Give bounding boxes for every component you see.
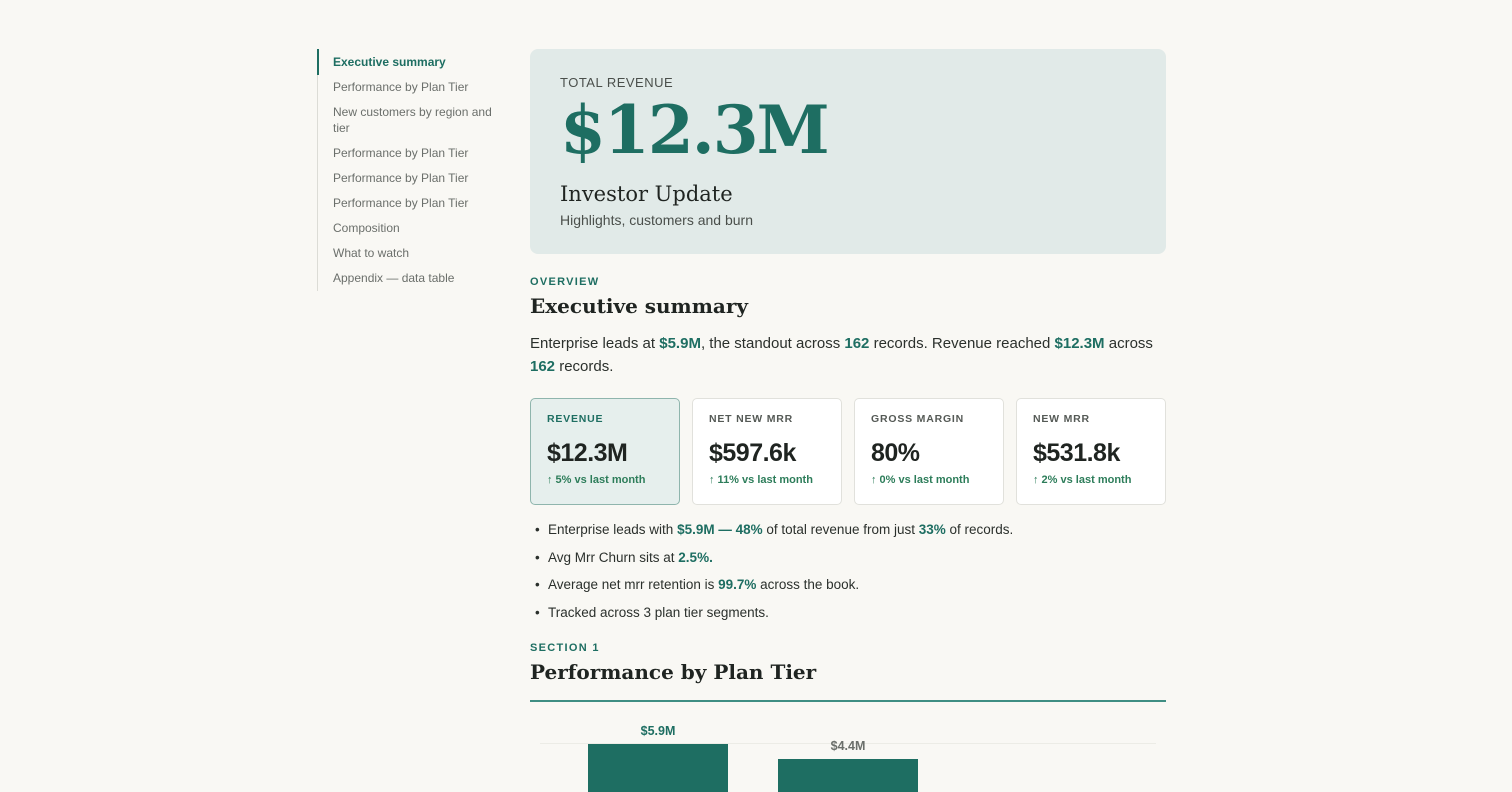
toc-item-appendix[interactable]: Appendix — data table bbox=[317, 266, 497, 291]
bullet-text: . bbox=[709, 549, 713, 565]
lead-text: records. Revenue reached bbox=[869, 335, 1055, 352]
bullet-value: 2.5% bbox=[678, 549, 710, 565]
list-item: Avg Mrr Churn sits at 2.5%. bbox=[530, 549, 1166, 567]
kpi-card-net-new-mrr[interactable]: NET NEW MRR $597.6k ↑ 11% vs last month bbox=[692, 398, 842, 505]
kpi-card-new-mrr[interactable]: NEW MRR $531.8k ↑ 2% vs last month bbox=[1016, 398, 1166, 505]
kpi-label: NET NEW MRR bbox=[709, 413, 794, 425]
kpi-value: $12.3M bbox=[547, 439, 628, 467]
bullet-text: across the book. bbox=[756, 577, 860, 592]
lead-value: 162 bbox=[530, 358, 556, 375]
bullet-value: 48% bbox=[735, 522, 763, 537]
highlights-list: Enterprise leads with $5.9M — 48% of tot… bbox=[530, 521, 1166, 622]
toc-item-performance-by-plan-tier-3[interactable]: Performance by Plan Tier bbox=[317, 166, 497, 191]
lead-text: Enterprise leads at bbox=[530, 335, 660, 352]
section-eyebrow: SECTION 1 bbox=[530, 641, 600, 654]
kpi-delta: ↑ 11% vs last month bbox=[709, 474, 813, 486]
kpi-delta: ↑ 2% vs last month bbox=[1033, 474, 1132, 486]
kpi-card-revenue[interactable]: REVENUE $12.3M ↑ 5% vs last month bbox=[530, 398, 680, 505]
chart-data-label: $4.4M bbox=[830, 738, 866, 753]
main-content: TOTAL REVENUE $12.3M Investor Update Hig… bbox=[530, 49, 1166, 792]
bullet-text: of total revenue from just bbox=[762, 522, 919, 537]
bullet-text: Tracked across 3 plan tier segments. bbox=[548, 604, 769, 620]
bullet-text: Average net mrr retention is bbox=[548, 577, 719, 592]
toc-item-performance-by-plan-tier-2[interactable]: Performance by Plan Tier bbox=[317, 141, 497, 166]
toc-item-performance-by-plan-tier-4[interactable]: Performance by Plan Tier bbox=[317, 191, 497, 216]
overview-heading: Executive summary bbox=[530, 294, 748, 318]
lead-value: $5.9M bbox=[659, 335, 701, 352]
toc-item-executive-summary[interactable]: Executive summary bbox=[317, 49, 497, 75]
section-heading: Performance by Plan Tier bbox=[530, 659, 817, 684]
kpi-label: GROSS MARGIN bbox=[871, 413, 965, 425]
hero-subtitle: Highlights, customers and burn bbox=[560, 212, 753, 228]
kpi-card-gross-margin[interactable]: GROSS MARGIN 80% ↑ 0% vs last month bbox=[854, 398, 1004, 505]
lead-text: across bbox=[1104, 335, 1153, 352]
lead-value: 162 bbox=[844, 335, 870, 352]
kpi-label: NEW MRR bbox=[1033, 413, 1090, 425]
bullet-text: — bbox=[714, 522, 736, 537]
bullet-text: Enterprise leads with bbox=[548, 522, 678, 537]
list-item: Tracked across 3 plan tier segments. bbox=[530, 604, 1166, 622]
bullet-text: Avg Mrr Churn sits at bbox=[548, 549, 679, 565]
chart-data-label: $5.9M bbox=[640, 723, 676, 738]
bullet-text: of records. bbox=[945, 522, 1014, 537]
lead-text: , the standout across bbox=[700, 335, 845, 352]
hero-card: TOTAL REVENUE $12.3M Investor Update Hig… bbox=[530, 49, 1166, 254]
toc-item-what-to-watch[interactable]: What to watch bbox=[317, 241, 497, 266]
kpi-value: $597.6k bbox=[709, 439, 796, 467]
overview-eyebrow: OVERVIEW bbox=[530, 276, 600, 288]
kpi-value: $531.8k bbox=[1033, 439, 1120, 467]
table-of-contents: Executive summary Performance by Plan Ti… bbox=[317, 49, 497, 291]
hero-label: TOTAL REVENUE bbox=[560, 75, 674, 90]
kpi-value: 80% bbox=[871, 439, 920, 467]
bullet-value: 99.7% bbox=[718, 577, 757, 592]
kpi-delta: ↑ 5% vs last month bbox=[547, 474, 646, 486]
section-performance-by-plan-tier: SECTION 1 Performance by Plan Tier $5.9M… bbox=[530, 642, 1166, 792]
overview-lead: Enterprise leads at $5.9M, the standout … bbox=[530, 332, 1166, 378]
kpi-label: REVENUE bbox=[547, 413, 604, 425]
bullet-value: 33% bbox=[918, 522, 946, 537]
toc-item-performance-by-plan-tier[interactable]: Performance by Plan Tier bbox=[317, 75, 497, 100]
kpi-delta: ↑ 0% vs last month bbox=[871, 474, 970, 486]
hero-value: $12.3M bbox=[560, 91, 830, 169]
list-item: Average net mrr retention is 99.7% acros… bbox=[530, 576, 1166, 594]
kpi-row: REVENUE $12.3M ↑ 5% vs last month NET NE… bbox=[530, 398, 1166, 505]
lead-text: records. bbox=[555, 358, 614, 375]
toc-item-composition[interactable]: Composition bbox=[317, 216, 497, 241]
hero-title: Investor Update bbox=[560, 182, 733, 206]
chart-bar[interactable] bbox=[778, 758, 918, 792]
plan-tier-bar-chart: $5.9M $4.4M bbox=[530, 702, 1166, 792]
list-item: Enterprise leads with $5.9M — 48% of tot… bbox=[530, 521, 1166, 539]
toc-item-new-customers[interactable]: New customers by region and tier bbox=[317, 100, 497, 141]
overview-section: OVERVIEW Executive summary Enterprise le… bbox=[530, 276, 1166, 622]
lead-value: $12.3M bbox=[1054, 335, 1105, 352]
chart-bar[interactable] bbox=[588, 743, 728, 792]
bullet-value: $5.9M bbox=[677, 522, 715, 537]
